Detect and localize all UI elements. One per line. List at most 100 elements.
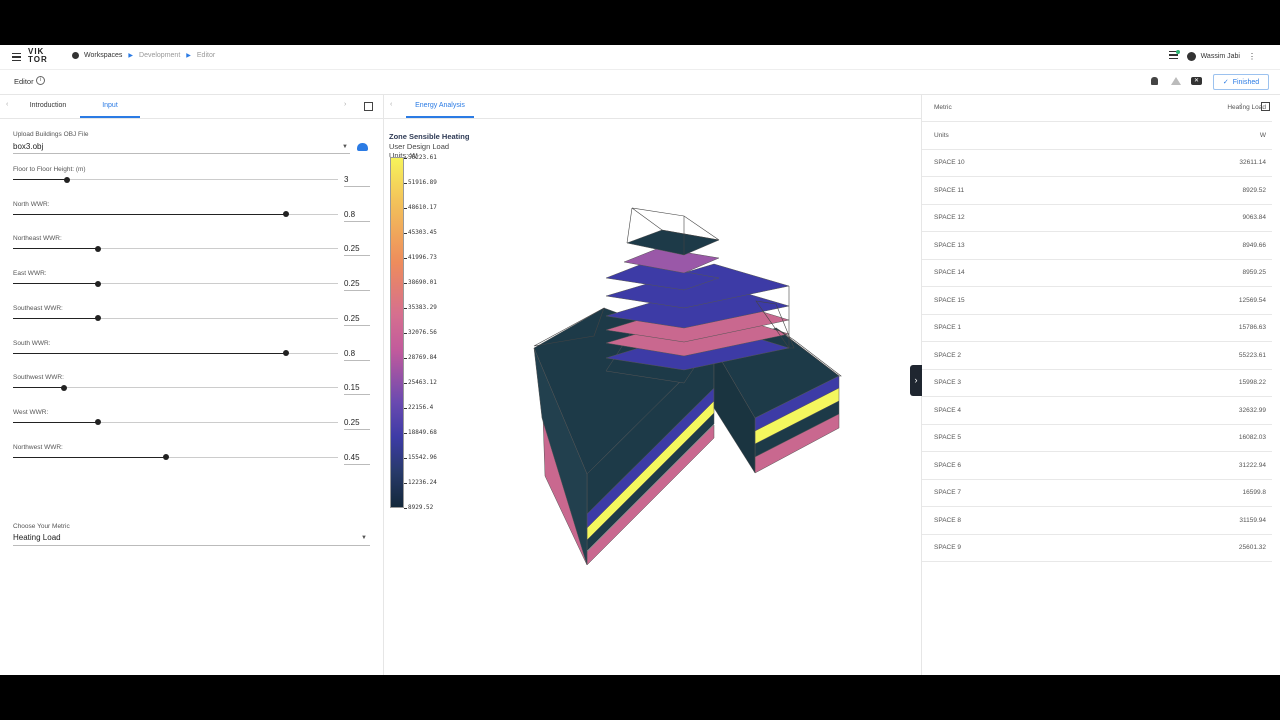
breadcrumb-workspaces[interactable]: Workspaces	[84, 52, 122, 59]
warning-icon[interactable]	[1171, 77, 1181, 85]
metric-underline	[13, 545, 370, 546]
table-row-units: Units W	[922, 122, 1272, 150]
heating-load-value: 32632.99	[1238, 406, 1266, 414]
slider-thumb[interactable]	[162, 454, 169, 461]
table-row: SPACE 10 32611.14	[922, 149, 1272, 177]
chevron-left-icon[interactable]: ‹	[390, 101, 392, 108]
tower-slab-top	[626, 229, 720, 256]
slider[interactable]	[13, 419, 338, 426]
bell-icon[interactable]	[1151, 77, 1158, 85]
clear-icon[interactable]: ✕	[1191, 77, 1202, 85]
slider[interactable]	[13, 176, 338, 183]
chevron-right-icon[interactable]: ›	[1240, 101, 1242, 108]
heating-load-value: 9063.84	[1242, 214, 1267, 221]
chevron-left-icon[interactable]: ‹	[6, 101, 8, 108]
table-row: SPACE 1 15786.63	[922, 314, 1272, 342]
upload-underline	[13, 153, 350, 154]
tab-energy-analysis[interactable]: Energy Analysis	[406, 94, 474, 118]
slider-value-input[interactable]: 0.25	[344, 279, 360, 288]
space-name: SPACE 12	[934, 214, 965, 221]
slider-thumb[interactable]	[63, 176, 70, 183]
space-name: SPACE 10	[934, 159, 965, 166]
tab-input[interactable]: Input	[80, 94, 140, 118]
user-menu[interactable]: Wassim Jabi ⋮	[1186, 52, 1256, 61]
slider-fill	[13, 352, 286, 354]
slider[interactable]	[13, 454, 338, 461]
dropdown-arrow-icon[interactable]: ▼	[361, 535, 367, 541]
slider-value-input[interactable]: 0.25	[344, 244, 360, 253]
space-name: SPACE 7	[934, 489, 961, 496]
slider[interactable]	[13, 350, 338, 356]
menu-icon[interactable]	[12, 53, 21, 63]
slider-value-input[interactable]: 3	[344, 175, 348, 184]
slider-label: Southeast WWR:	[13, 304, 63, 312]
slider-value-input[interactable]: 0.8	[344, 349, 355, 358]
parameters-panel: ‹ Introduction Input › Upload Buildings …	[0, 94, 384, 675]
heating-load-value: 25601.32	[1238, 544, 1266, 551]
more-vertical-icon[interactable]: ⋮	[1248, 52, 1256, 61]
slider-value-input[interactable]: 0.45	[344, 453, 360, 462]
value-underline	[344, 394, 370, 396]
breadcrumb-development[interactable]: Development	[139, 52, 180, 59]
top-bar: VIK TOR Workspaces ▶ Development ▶ Edito…	[0, 45, 1280, 70]
breadcrumb-editor: Editor	[196, 52, 216, 59]
heating-load-value: 16082.03	[1238, 434, 1266, 441]
editor-bar: Editor i ✕ ✓ Finished	[0, 70, 1280, 95]
value-underline	[344, 359, 370, 361]
cloud-upload-icon[interactable]	[357, 143, 368, 151]
slider-value-input[interactable]: 0.25	[344, 418, 360, 427]
building-3d-model[interactable]	[384, 118, 921, 675]
slider-value-input[interactable]: 0.15	[344, 383, 360, 392]
fullscreen-icon[interactable]	[1261, 102, 1270, 111]
slider-label: Southwest WWR:	[13, 374, 64, 382]
heating-load-value: 55223.61	[1238, 351, 1266, 359]
metric-select[interactable]: Heating Load	[13, 533, 61, 542]
upload-file-field[interactable]: box3.obj	[13, 142, 43, 151]
table-row: SPACE 4 32632.99	[922, 397, 1272, 425]
slider-thumb[interactable]	[283, 350, 289, 356]
chevron-right-icon: ▶	[128, 53, 134, 59]
table-row: SPACE 7 16599.8	[922, 479, 1272, 507]
space-name: SPACE 4	[934, 406, 961, 414]
collapse-panel-button[interactable]: ›	[910, 365, 922, 396]
slider[interactable]	[13, 211, 338, 218]
fullscreen-icon[interactable]	[364, 102, 373, 111]
tab-introduction[interactable]: Introduction	[18, 94, 78, 118]
units-key: Units	[934, 132, 949, 139]
slider-value-input[interactable]: 0.25	[344, 314, 360, 323]
slider[interactable]	[13, 384, 338, 391]
value-underline	[344, 255, 370, 257]
heating-load-value: 16599.8	[1242, 489, 1267, 496]
heating-load-value: 8949.66	[1242, 241, 1267, 249]
table-row: SPACE 2 55223.61	[922, 342, 1272, 370]
dropdown-arrow-icon[interactable]: ▼	[342, 144, 348, 150]
logo-bottom: TOR	[28, 55, 48, 64]
info-icon[interactable]: i	[36, 76, 45, 85]
value-underline	[344, 290, 370, 292]
chevron-right-icon[interactable]: ›	[344, 101, 346, 108]
slider[interactable]	[13, 280, 338, 287]
status-finished-button[interactable]: ✓ Finished	[1213, 74, 1269, 90]
table-row: SPACE 11 8929.52	[922, 177, 1272, 205]
app-window: VIK TOR Workspaces ▶ Development ▶ Edito…	[0, 45, 1280, 675]
slider-thumb[interactable]	[94, 315, 101, 322]
slider-fill	[13, 179, 67, 180]
slider-thumb[interactable]	[94, 280, 101, 287]
slider-thumb[interactable]	[94, 419, 101, 426]
slider[interactable]	[13, 315, 338, 322]
slider-fill	[13, 283, 98, 285]
slider-fill	[13, 317, 98, 319]
heating-load-value: 32611.14	[1239, 159, 1266, 166]
slider-thumb[interactable]	[61, 384, 68, 391]
notifications-list-icon[interactable]	[1169, 50, 1180, 61]
slider-value-input[interactable]: 0.8	[344, 210, 355, 219]
slider-fill	[13, 456, 166, 458]
slider-fill	[13, 248, 98, 250]
slider-thumb[interactable]	[94, 245, 101, 252]
slider[interactable]	[13, 245, 338, 252]
slider-label: Northeast WWR:	[13, 235, 62, 243]
slider-thumb[interactable]	[283, 211, 289, 218]
space-name: SPACE 2	[934, 351, 961, 359]
viktor-logo[interactable]: VIK TOR	[28, 48, 48, 64]
value-underline	[344, 324, 370, 326]
